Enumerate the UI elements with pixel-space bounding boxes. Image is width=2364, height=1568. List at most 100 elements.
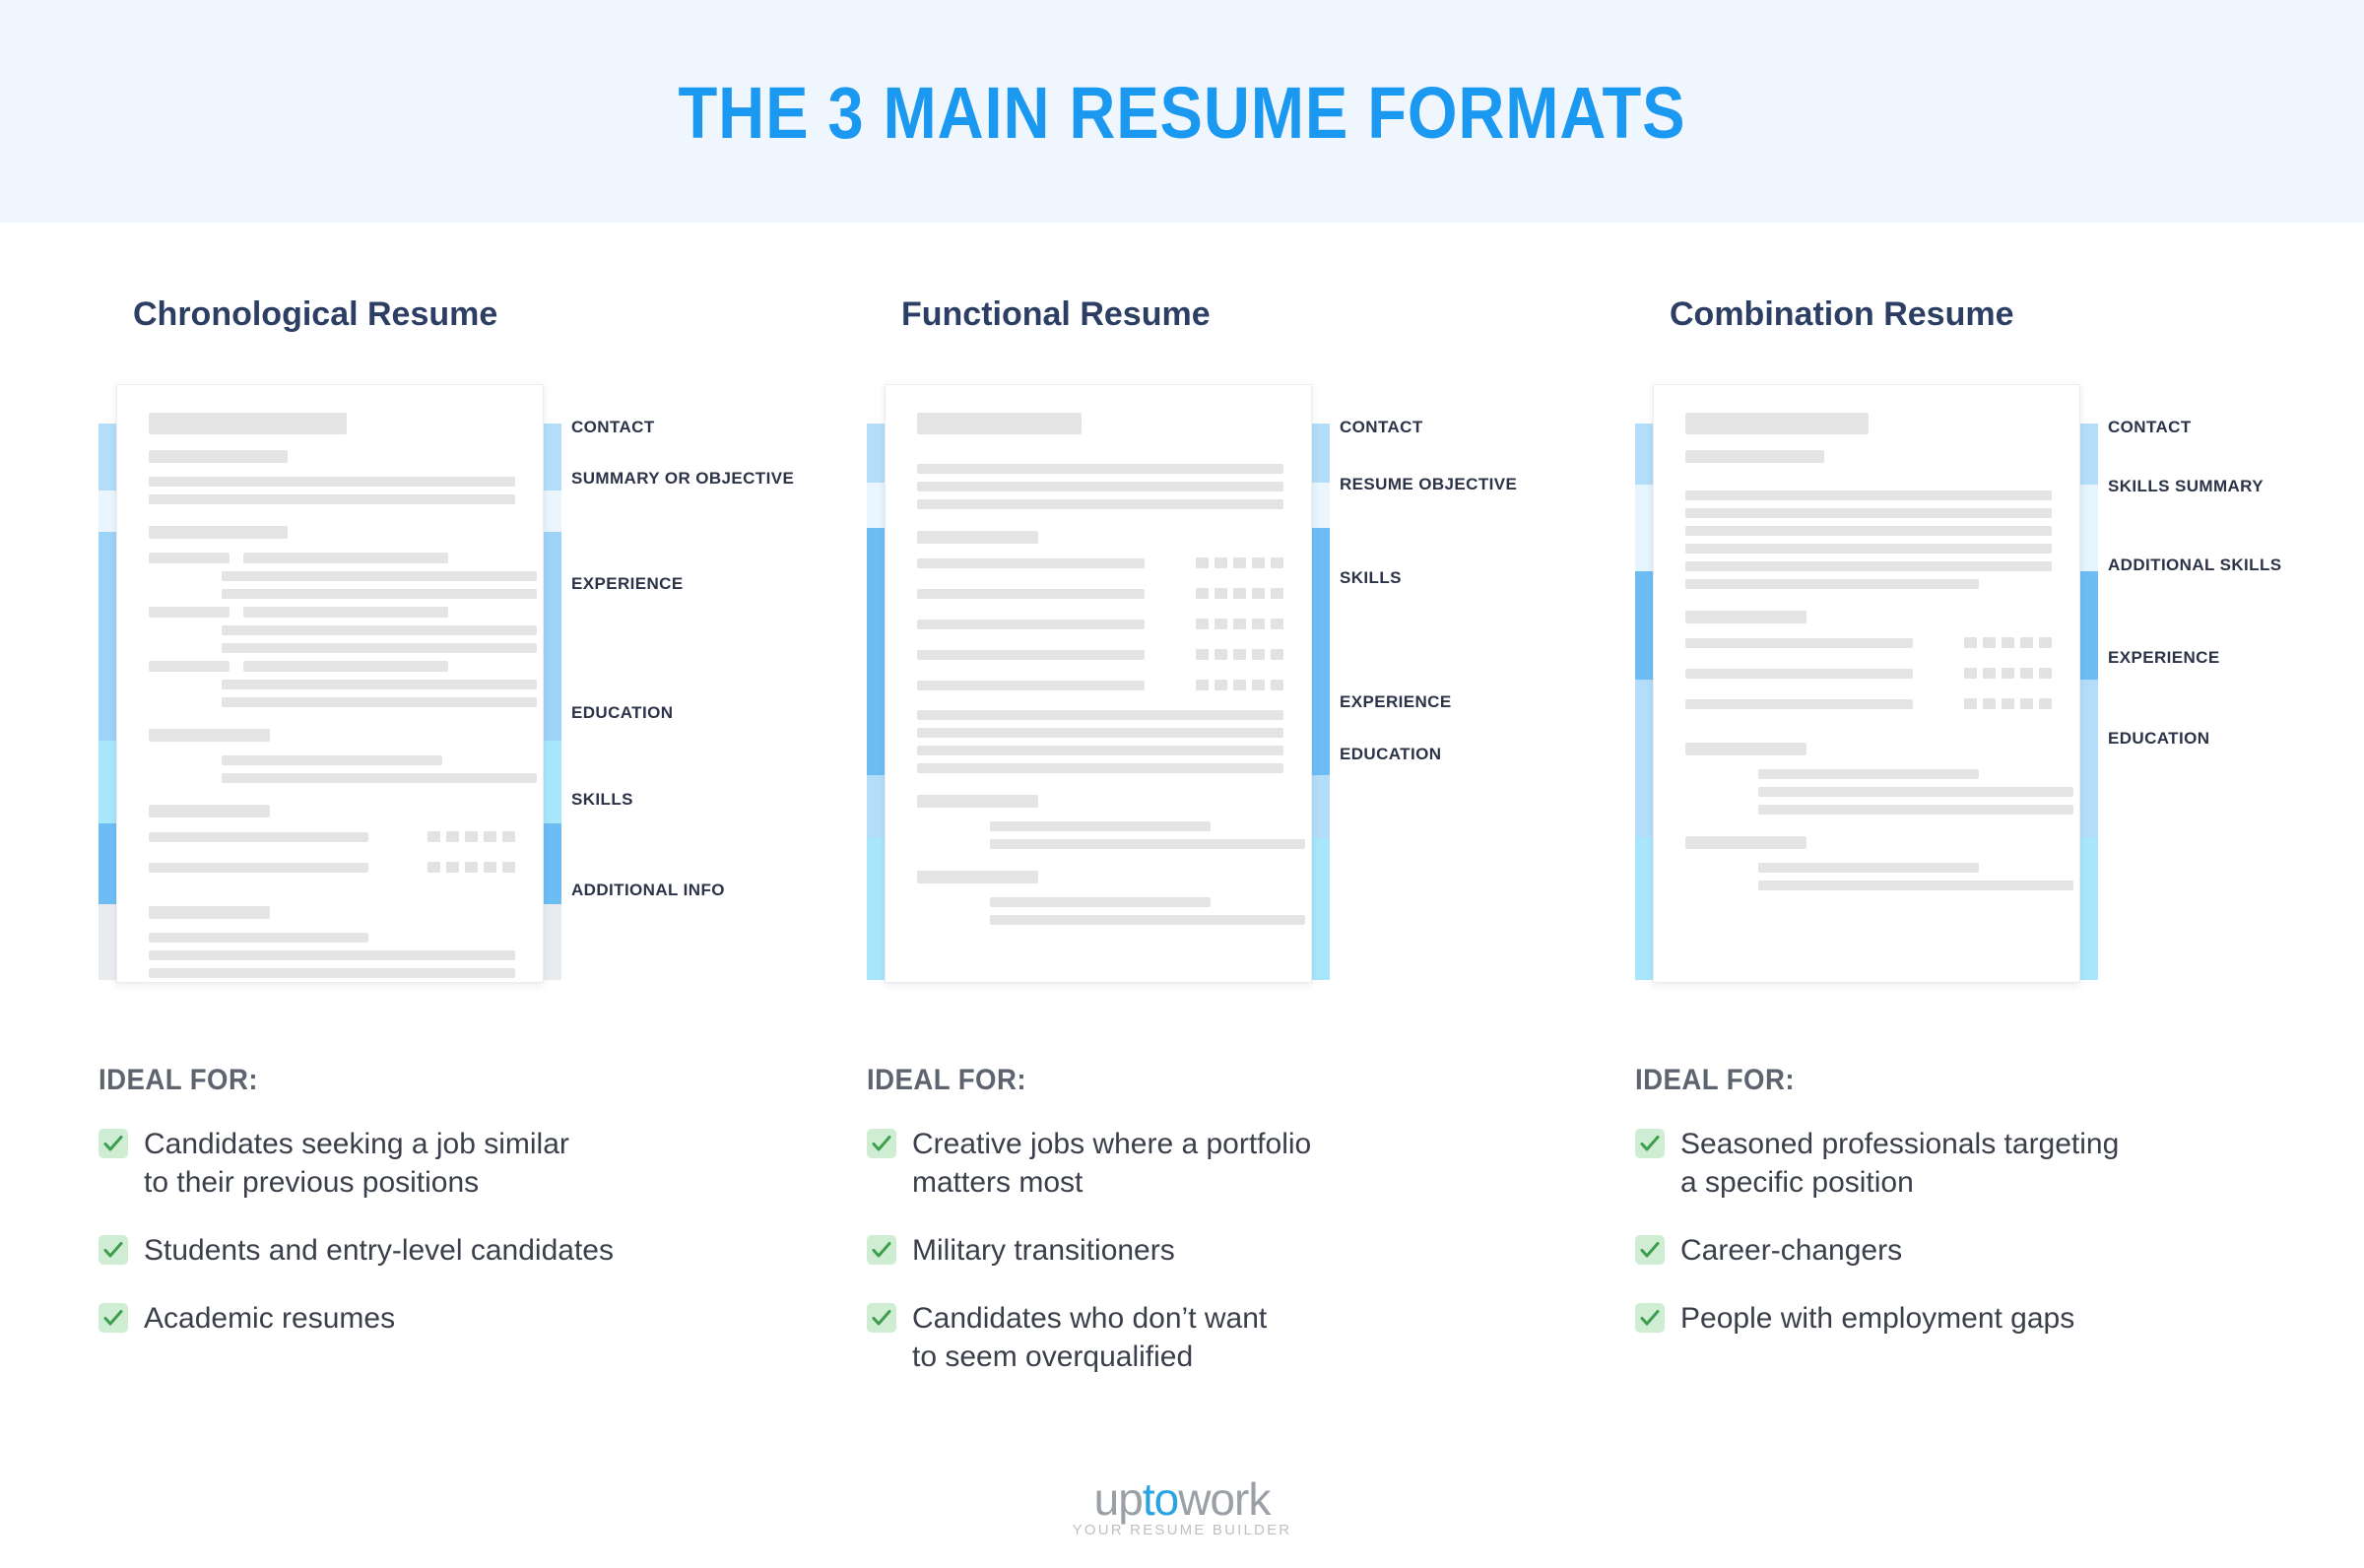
rating-dot: [2002, 698, 2014, 709]
skeleton-bar: [222, 697, 538, 707]
ideal-for-item: Seasoned professionals targeting a speci…: [1635, 1125, 2364, 1202]
skeleton-bar: [917, 464, 1283, 474]
ideal-for-text: Creative jobs where a portfolio matters …: [912, 1128, 1312, 1199]
section-label-5: ADDITIONAL INFO: [571, 881, 725, 899]
skeleton-bar: [149, 526, 289, 539]
rating-dot: [2020, 668, 2033, 679]
section-label-0: CONTACT: [2108, 418, 2192, 436]
check-icon: [98, 1303, 128, 1333]
column-heading: Functional Resume: [901, 295, 1211, 333]
skeleton-bar: [149, 661, 230, 672]
ideal-for-heading: IDEAL FOR:: [1635, 1064, 1796, 1096]
skeleton-bar: [222, 773, 538, 783]
ideal-for-block: IDEAL FOR: Candidates seeking a job simil…: [98, 1064, 827, 1367]
logo-wordmark: uptowork: [0, 1476, 2364, 1522]
skeleton-bar: [917, 871, 1038, 883]
rating-dot: [2039, 668, 2052, 679]
rating-dot: [465, 831, 478, 842]
ideal-for-block: IDEAL FOR: Seasoned professionals targeti…: [1635, 1064, 2364, 1367]
check-icon: [98, 1129, 128, 1158]
check-icon: [867, 1129, 896, 1158]
skeleton-bar: [1685, 490, 2052, 500]
rating-dot: [1271, 649, 1283, 660]
skill-rating-dots: [1964, 668, 2052, 679]
logo-part-3: work: [1178, 1473, 1271, 1525]
skeleton-bar: [149, 450, 289, 463]
skeleton-bar: [1758, 863, 1979, 873]
skeleton-skill-row: [149, 862, 515, 873]
rating-dot: [1196, 557, 1209, 568]
rating-dot: [2039, 698, 2052, 709]
skeleton-bar: [917, 728, 1283, 738]
rating-dot: [1233, 588, 1246, 599]
infographic-page: THE 3 MAIN RESUME FORMATS Chronological …: [0, 0, 2364, 1568]
ideal-for-item: Creative jobs where a portfolio matters …: [867, 1125, 1596, 1202]
rating-dot: [1215, 619, 1227, 629]
rating-dot: [1983, 637, 1996, 648]
skeleton-bar: [1685, 544, 2052, 554]
rating-dot: [1964, 698, 1977, 709]
skeleton-bar: [149, 906, 270, 919]
skeleton-skill-row: [1685, 668, 2052, 679]
skeleton-gap: [149, 791, 515, 805]
skeleton-bar: [917, 531, 1038, 544]
skeleton-bar: [1685, 508, 2052, 518]
skeleton-bar: [222, 680, 538, 689]
skeleton-bar: [149, 933, 369, 943]
logo-tagline: YOUR RESUME BUILDER: [1072, 1522, 1292, 1538]
check-icon: [98, 1235, 128, 1265]
ideal-for-text: Students and entry-level candidates: [144, 1234, 614, 1267]
check-icon: [1635, 1303, 1665, 1333]
rating-dot: [1271, 588, 1283, 599]
skeleton-gap: [1685, 477, 2052, 490]
skill-rating-dots: [1196, 619, 1283, 629]
skeleton-bar: [917, 763, 1283, 773]
skeleton-bar: [917, 746, 1283, 755]
skeleton-bar: [1758, 881, 2074, 890]
skeleton-skill-row: [917, 649, 1283, 660]
rating-dot: [427, 831, 440, 842]
rating-dot: [1252, 588, 1265, 599]
skeleton-bar: [990, 897, 1211, 907]
skeleton-bar: [917, 588, 1145, 599]
skeleton-bar: [222, 571, 538, 581]
rating-dot: [502, 862, 515, 873]
skill-rating-dots: [1964, 637, 2052, 648]
rating-dot: [1252, 619, 1265, 629]
section-label-1: SKILLS SUMMARY: [2108, 477, 2264, 495]
resume-preview: [98, 384, 561, 995]
skill-rating-dots: [427, 862, 515, 873]
skeleton-gap: [917, 517, 1283, 531]
rating-dot: [427, 862, 440, 873]
skeleton-skill-row: [1685, 698, 2052, 709]
skeleton-skill-row: [917, 557, 1283, 568]
skeleton-gap: [917, 781, 1283, 795]
ideal-for-text: Candidates who don’t want to seem overqu…: [912, 1302, 1268, 1373]
ideal-for-text: Career-changers: [1680, 1234, 1903, 1267]
rating-dot: [484, 831, 496, 842]
skeleton-row: [149, 553, 515, 563]
section-label-0: CONTACT: [571, 418, 655, 436]
column-heading: Combination Resume: [1670, 295, 2014, 333]
skeleton-bar: [243, 607, 449, 618]
skeleton-bar: [1758, 769, 1979, 779]
resume-skeleton: [149, 413, 538, 982]
brand-logo: uptowork YOUR RESUME BUILDER: [0, 1476, 2364, 1538]
rating-dot: [1196, 619, 1209, 629]
rating-dot: [1964, 637, 1977, 648]
skeleton-bar: [1685, 561, 2052, 571]
section-label-2: SKILLS: [1340, 568, 1402, 587]
skeleton-bar: [149, 862, 369, 873]
skeleton-bar: [917, 649, 1145, 660]
rating-dot: [1233, 680, 1246, 690]
ideal-for-text: Military transitioners: [912, 1234, 1175, 1267]
ideal-for-block: IDEAL FOR: Creative jobs where a portfoli…: [867, 1064, 1596, 1405]
ideal-for-item: Career-changers: [1635, 1231, 2364, 1270]
skeleton-bar: [243, 661, 449, 672]
skeleton-bar: [1685, 668, 1913, 679]
skeleton-bar: [1685, 698, 1913, 709]
rating-dot: [1252, 680, 1265, 690]
rating-dot: [446, 862, 459, 873]
skeleton-bar: [1758, 805, 2074, 815]
skeleton-bar: [222, 755, 442, 765]
